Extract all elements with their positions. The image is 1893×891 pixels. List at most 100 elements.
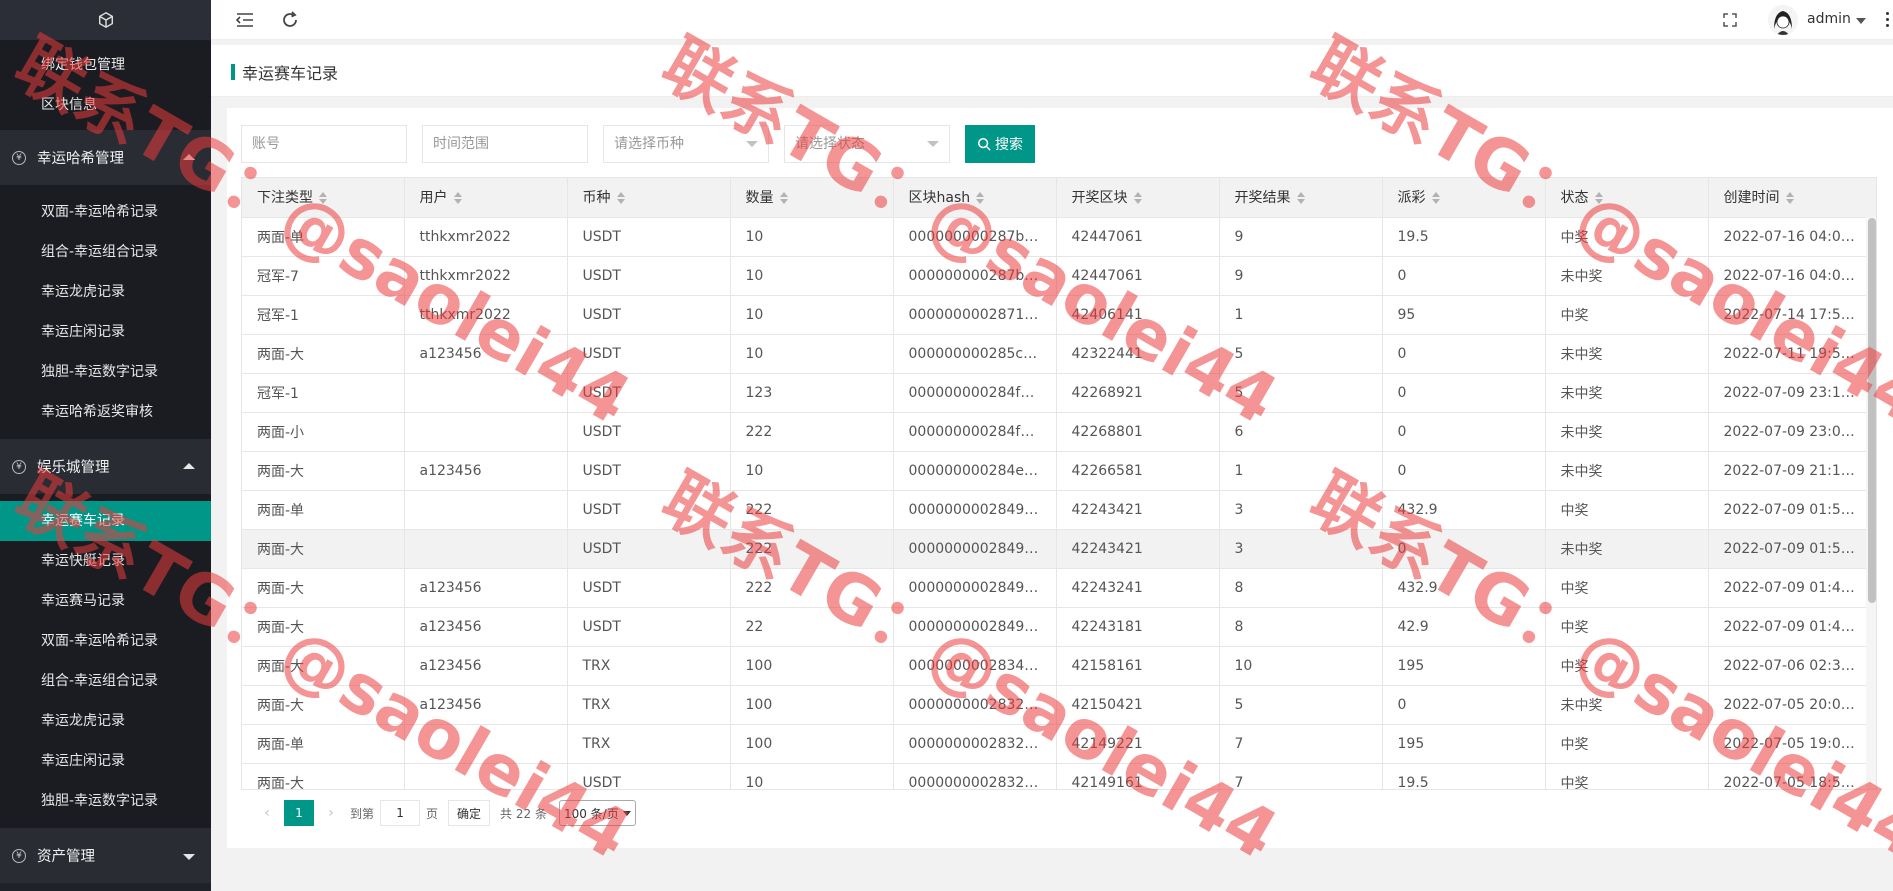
sort-icon[interactable]	[1133, 192, 1142, 205]
next-page-button[interactable]: ›	[318, 800, 344, 826]
sort-icon[interactable]	[976, 192, 985, 205]
column-header[interactable]: 用户	[404, 178, 568, 218]
sidebar-item[interactable]: 组合-幸运组合记录	[0, 232, 211, 272]
table-cell: 123	[730, 373, 894, 413]
table-cell: 000000000283256...	[893, 724, 1057, 764]
table-cell: a123456	[404, 568, 568, 608]
sidebar-item[interactable]: 双面-幸运哈希记录	[0, 621, 211, 661]
table-cell: USDT	[567, 256, 731, 296]
table-cell: USDT	[567, 763, 731, 789]
column-header[interactable]: 下注类型	[242, 178, 405, 218]
per-page-select[interactable]: 100 条/页	[558, 800, 636, 826]
column-header[interactable]: 币种	[567, 178, 731, 218]
sidebar-item-lucky-racing[interactable]: 幸运赛车记录	[0, 501, 211, 541]
sort-icon[interactable]	[1594, 192, 1603, 205]
table-row[interactable]: 两面-大 a123456 USDT 22 000000000284946... 42243…	[242, 607, 1876, 647]
search-button[interactable]: 搜索	[965, 125, 1035, 163]
sidebar-group-lucky-hash[interactable]: ¥ 幸运哈希管理	[0, 130, 211, 185]
sidebar-item[interactable]: 幸运赛马记录	[0, 581, 211, 621]
account-input[interactable]	[252, 127, 406, 161]
table-cell: 2022-07-06 02:35:50	[1708, 646, 1876, 686]
sidebar-item[interactable]: 幸运快艇记录	[0, 541, 211, 581]
column-header-label: 币种	[582, 190, 611, 207]
page-number-input[interactable]: 1	[380, 800, 421, 826]
sort-icon[interactable]	[319, 192, 327, 205]
sidebar-item[interactable]: 幸运龙虎记录	[0, 701, 211, 741]
account-filter[interactable]	[241, 125, 407, 163]
sidebar-item-wallet[interactable]: 绑定钱包管理	[0, 45, 211, 85]
table-row[interactable]: 两面-大 a123456 TRX 100 000000000283485... 42158…	[242, 646, 1876, 686]
sort-icon[interactable]	[453, 192, 462, 205]
table-cell: 19.5	[1382, 217, 1546, 257]
menu-top-list: 绑定钱包管理 区块信息	[0, 40, 211, 130]
sidebar-item[interactable]: 幸运庄闲记录	[0, 312, 211, 352]
table-cell: 42150421	[1056, 685, 1220, 725]
yen-coin-icon: ¥	[12, 848, 26, 863]
table-cell: tthkxmr2022	[404, 217, 568, 257]
table-row[interactable]: 冠军-1 tthkxmr2022 USDT 10 00000000028710f... 4…	[242, 295, 1876, 335]
column-header[interactable]: 开奖区块	[1056, 178, 1220, 218]
sidebar-item[interactable]: 幸运庄闲记录	[0, 741, 211, 781]
sidebar-item[interactable]: 独胆-幸运数字记录	[0, 352, 211, 392]
table-row[interactable]: 两面-大 a123456 USDT 10 000000000285ca0... 42322…	[242, 334, 1876, 374]
table-row[interactable]: 两面-大 USDT 10 000000000283252... 42149161 7 19.…	[242, 763, 1876, 789]
sort-icon[interactable]	[1785, 192, 1794, 205]
more-icon[interactable]	[1886, 12, 1890, 28]
currency-select[interactable]: 请选择币种	[603, 125, 769, 163]
current-page[interactable]: 1	[284, 800, 314, 826]
refresh-icon[interactable]	[280, 10, 300, 30]
column-header[interactable]: 创建时间	[1708, 178, 1876, 218]
chevron-up-icon	[183, 154, 195, 160]
avatar[interactable]	[1768, 5, 1798, 35]
column-header[interactable]: 派彩	[1382, 178, 1546, 218]
sidebar-item[interactable]: 双面-幸运哈希记录	[0, 192, 211, 232]
table-cell: 100	[730, 685, 894, 725]
menu-fold-icon[interactable]	[235, 10, 255, 30]
sidebar-item[interactable]: 幸运龙虎记录	[0, 272, 211, 312]
column-header-label: 下注类型	[257, 190, 313, 207]
table-row[interactable]: 两面-大 a123456 USDT 222 00000000028494a... 4224…	[242, 568, 1876, 608]
sidebar-item[interactable]: 组合-幸运组合记录	[0, 661, 211, 701]
sidebar-item[interactable]: 独胆-幸运数字记录	[0, 781, 211, 821]
caret-down-icon[interactable]	[1856, 18, 1866, 24]
table-cell: 8	[1219, 607, 1383, 647]
column-header[interactable]: 状态	[1545, 178, 1709, 218]
table-row[interactable]: 两面-大 a123456 USDT 10 000000000284efd... 42266…	[242, 451, 1876, 491]
table-row[interactable]: 两面-小 USDT 222 000000000284f88... 42268801 6 0 未…	[242, 412, 1876, 452]
fullscreen-icon[interactable]	[1720, 10, 1740, 30]
time-range-input[interactable]	[433, 127, 587, 161]
username-label[interactable]: admin	[1807, 11, 1851, 27]
table-row[interactable]: 两面-大 a123456 TRX 100 0000000002832a1... 42150…	[242, 685, 1876, 725]
prev-page-button[interactable]: ‹	[254, 800, 280, 826]
time-range-filter[interactable]	[422, 125, 588, 163]
sidebar-group-assets[interactable]: ¥ 资产管理	[0, 828, 211, 883]
column-header[interactable]: 区块hash	[893, 178, 1057, 218]
sort-icon[interactable]	[1431, 192, 1440, 205]
table-row[interactable]: 两面-大 USDT 222 000000000284955... 42243421 3 0 未…	[242, 529, 1876, 569]
sort-icon[interactable]	[1296, 192, 1305, 205]
table-cell: a123456	[404, 646, 568, 686]
table-cell: 两面-单	[242, 217, 405, 257]
table-cell: 2022-07-09 01:52:51	[1708, 529, 1876, 569]
sort-icon[interactable]	[779, 192, 788, 205]
table-cell: 000000000285ca0...	[893, 334, 1057, 374]
scrollbar-thumb[interactable]	[1868, 218, 1876, 603]
sort-icon[interactable]	[616, 192, 625, 205]
table-cell: 2022-07-09 01:52:58	[1708, 490, 1876, 530]
column-header[interactable]: 数量	[730, 178, 894, 218]
sidebar-item-block-info[interactable]: 区块信息	[0, 85, 211, 125]
top-header: admin	[211, 0, 1893, 40]
logo-bar[interactable]	[0, 0, 211, 40]
column-header[interactable]: 开奖结果	[1219, 178, 1383, 218]
table-row[interactable]: 冠军-1 USDT 123 000000000284f8f9... 42268921 5 0…	[242, 373, 1876, 413]
yen-coin-icon: ¥	[12, 150, 26, 165]
table-row[interactable]: 两面-单 USDT 222 000000000284955... 42243421 3 43…	[242, 490, 1876, 530]
confirm-page-button[interactable]: 确定	[448, 800, 491, 826]
table-row[interactable]: 冠军-7 tthkxmr2022 USDT 10 000000000287b0d... 4…	[242, 256, 1876, 296]
table-row[interactable]: 两面-单 tthkxmr2022 USDT 10 000000000287b0d... 4…	[242, 217, 1876, 257]
sidebar-item[interactable]: 幸运哈希返奖审核	[0, 392, 211, 432]
table-row[interactable]: 两面-单 TRX 100 000000000283256... 42149221 7 195…	[242, 724, 1876, 764]
status-select[interactable]: 请选择状态	[784, 125, 950, 163]
table-cell: 000000000284efd...	[893, 451, 1057, 491]
sidebar-group-casino[interactable]: ¥ 娱乐城管理	[0, 439, 211, 494]
